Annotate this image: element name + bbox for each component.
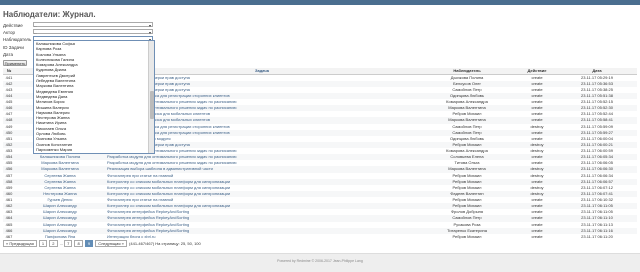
apply-button[interactable]: Применить	[3, 60, 27, 66]
page-link[interactable]: 2	[49, 240, 58, 247]
dropdown-option[interactable]: Петрова Инна	[34, 152, 154, 153]
scrollbar-thumb[interactable]	[149, 91, 154, 119]
filter-label-date: Дата	[3, 51, 13, 57]
cell-watcher[interactable]: Ребров Михаил	[417, 234, 517, 240]
filter-label-actor: Актор	[3, 30, 16, 36]
page-link[interactable]: 7	[64, 240, 73, 247]
page-title: Наблюдатели: Журнал.	[3, 10, 96, 19]
page-link[interactable]: 1	[38, 240, 48, 247]
cell-action: create	[531, 74, 543, 80]
action-select[interactable]: -- ▾	[33, 22, 153, 28]
pagination-info: (441-467/467) На страницу: 25, 50, 100	[129, 241, 201, 246]
watcher-dropdown-list[interactable]: Калашникова Софья Карпова Роза Козлова Уль…	[33, 40, 155, 154]
footer: Powered by Redmine © 2006-2017 Jean-Phil…	[0, 253, 640, 272]
actor-select[interactable]: -- ▾	[33, 29, 153, 35]
action-select-value: --	[34, 23, 37, 28]
table-row: 467 Панфилова Яна Интеграция блога с xbrl.…	[3, 234, 637, 240]
cell-number: 441	[5, 74, 13, 80]
prev-page-button[interactable]: « Предыдущая	[3, 240, 37, 247]
page-ellipsis: ...	[59, 241, 63, 246]
cell-number: 467	[5, 233, 13, 239]
actor-select-value: --	[34, 30, 37, 35]
filter-form: Действие Актор Наблюдатель ID Задачи Дат…	[3, 22, 31, 58]
footer-text: Powered by Redmine © 2006-2017 Jean-Phil…	[277, 259, 363, 263]
chevron-down-icon: ▾	[148, 30, 151, 35]
filter-label-watcher: Наблюдатель	[3, 37, 32, 43]
filter-label-issue-id: ID Задачи	[3, 44, 24, 50]
page-link[interactable]: 8	[74, 240, 83, 247]
cell-action: create	[531, 233, 543, 239]
pagination: « Предыдущая 1 2 ... 7 8 9 Следующая » (…	[3, 240, 201, 247]
chevron-down-icon: ▾	[148, 23, 151, 28]
cell-watcher[interactable]: Дьячкова Полина	[417, 74, 517, 81]
current-page: 9	[84, 240, 94, 247]
cell-task[interactable]: Интеграция блога с xbrl.ru	[105, 234, 417, 240]
dropdown-scrollbar[interactable]	[148, 41, 154, 153]
filter-label-action: Действие	[3, 23, 23, 28]
next-page-button[interactable]: Следующая »	[95, 240, 127, 247]
cell-date: 23.11.17 06:11:20	[581, 233, 613, 239]
cell-actor[interactable]: Панфилова Яна	[15, 234, 105, 240]
cell-date: 23.11.17 05:29:19	[581, 74, 613, 80]
top-bar	[0, 0, 640, 5]
